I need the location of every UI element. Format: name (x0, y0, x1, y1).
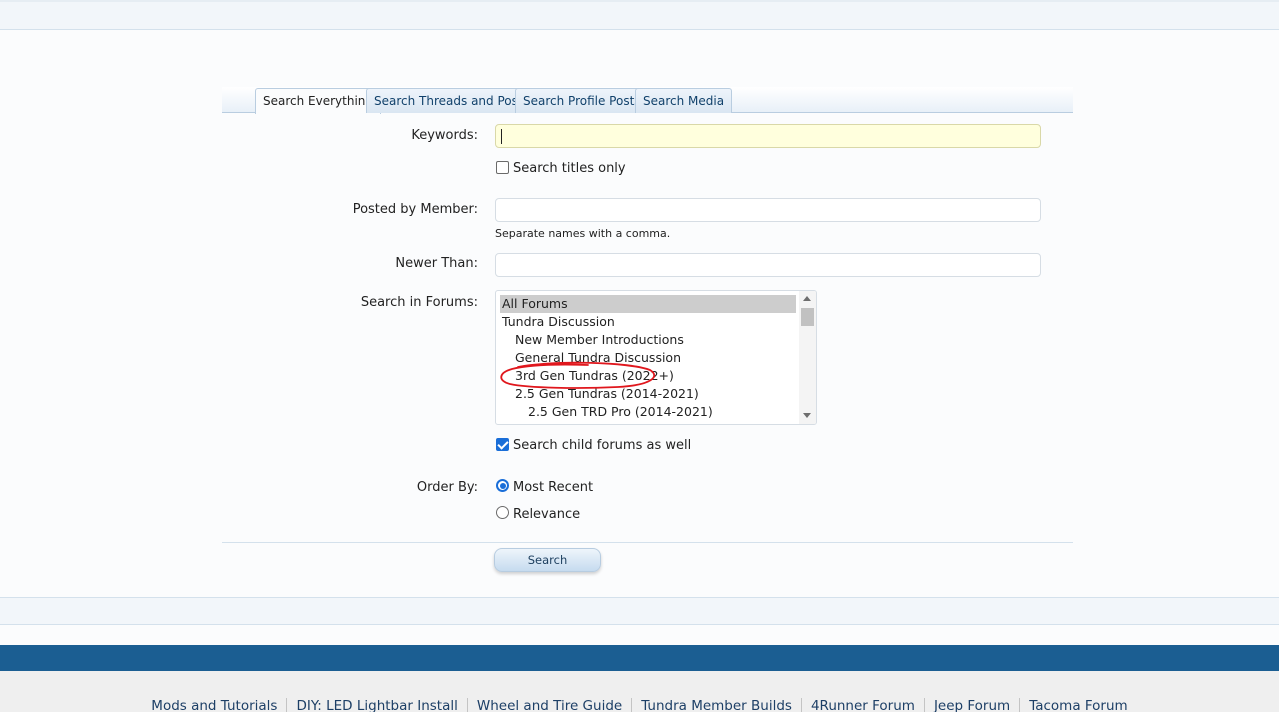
footer: Mods and Tutorials DIY: LED Lightbar Ins… (0, 671, 1279, 712)
footer-link-mods-tutorials[interactable]: Mods and Tutorials (142, 698, 286, 712)
footer-link-wheel-tire-guide[interactable]: Wheel and Tire Guide (466, 698, 631, 712)
order-by-label: Order By: (416, 480, 478, 495)
child-forums-label: Search child forums as well (513, 438, 692, 453)
forum-option-all-forums[interactable]: All Forums (500, 295, 796, 313)
search-button[interactable]: Search (494, 548, 601, 572)
child-forums-checkbox[interactable] (496, 438, 509, 451)
tab-search-everything[interactable]: Search Everything (255, 88, 382, 114)
forum-option-3rd-gen-tundras[interactable]: 3rd Gen Tundras (2022+) (500, 367, 796, 385)
forum-option-tundra-discussion[interactable]: Tundra Discussion (500, 313, 796, 331)
tab-search-threads-posts[interactable]: Search Threads and Posts (366, 88, 537, 113)
keywords-label: Keywords: (411, 128, 478, 143)
footer-link-jeep-forum[interactable]: Jeep Forum (923, 698, 1019, 712)
tab-search-profile-posts[interactable]: Search Profile Posts (515, 88, 649, 113)
forums-listbox[interactable]: All Forums Tundra Discussion New Member … (495, 290, 817, 425)
forum-option-2-5-gen-trd-pro[interactable]: 2.5 Gen TRD Pro (2014-2021) (500, 403, 796, 421)
order-most-recent-label: Most Recent (513, 480, 594, 495)
footer-blue-bar (0, 645, 1279, 671)
member-input[interactable] (495, 198, 1041, 222)
order-most-recent-radio[interactable] (496, 479, 509, 492)
top-band (0, 0, 1279, 30)
footer-links: Mods and Tutorials DIY: LED Lightbar Ins… (0, 698, 1279, 712)
search-tabs: Search Everything Search Threads and Pos… (222, 87, 1073, 114)
titles-only-label: Search titles only (513, 161, 626, 176)
forum-option-2-5-gen-tundras[interactable]: 2.5 Gen Tundras (2014-2021) (500, 385, 796, 403)
keywords-input[interactable] (495, 124, 1041, 148)
order-relevance-label: Relevance (513, 507, 581, 522)
titles-only-checkbox[interactable] (496, 161, 509, 174)
forum-option-general-tundra-discussion[interactable]: General Tundra Discussion (500, 349, 796, 367)
newer-than-input[interactable] (495, 253, 1041, 277)
scroll-thumb[interactable] (801, 308, 814, 326)
newer-than-label: Newer Than: (395, 256, 478, 271)
footer-link-tacoma-forum[interactable]: Tacoma Forum (1019, 698, 1136, 712)
order-relevance-radio[interactable] (496, 506, 509, 519)
tab-search-media[interactable]: Search Media (635, 88, 733, 113)
bottom-band (0, 597, 1279, 625)
footer-link-tundra-member-builds[interactable]: Tundra Member Builds (631, 698, 801, 712)
forums-label: Search in Forums: (360, 295, 478, 310)
member-label: Posted by Member: (352, 202, 478, 217)
member-hint: Separate names with a comma. (495, 227, 671, 240)
forum-option-new-member-introductions[interactable]: New Member Introductions (500, 331, 796, 349)
scroll-up-icon[interactable] (803, 296, 811, 301)
scroll-down-icon[interactable] (803, 413, 811, 418)
footer-link-diy-led-lightbar[interactable]: DIY: LED Lightbar Install (286, 698, 466, 712)
listbox-scrollbar[interactable] (799, 291, 816, 424)
text-caret (501, 129, 502, 144)
footer-link-4runner-forum[interactable]: 4Runner Forum (800, 698, 924, 712)
form-divider (222, 542, 1073, 543)
